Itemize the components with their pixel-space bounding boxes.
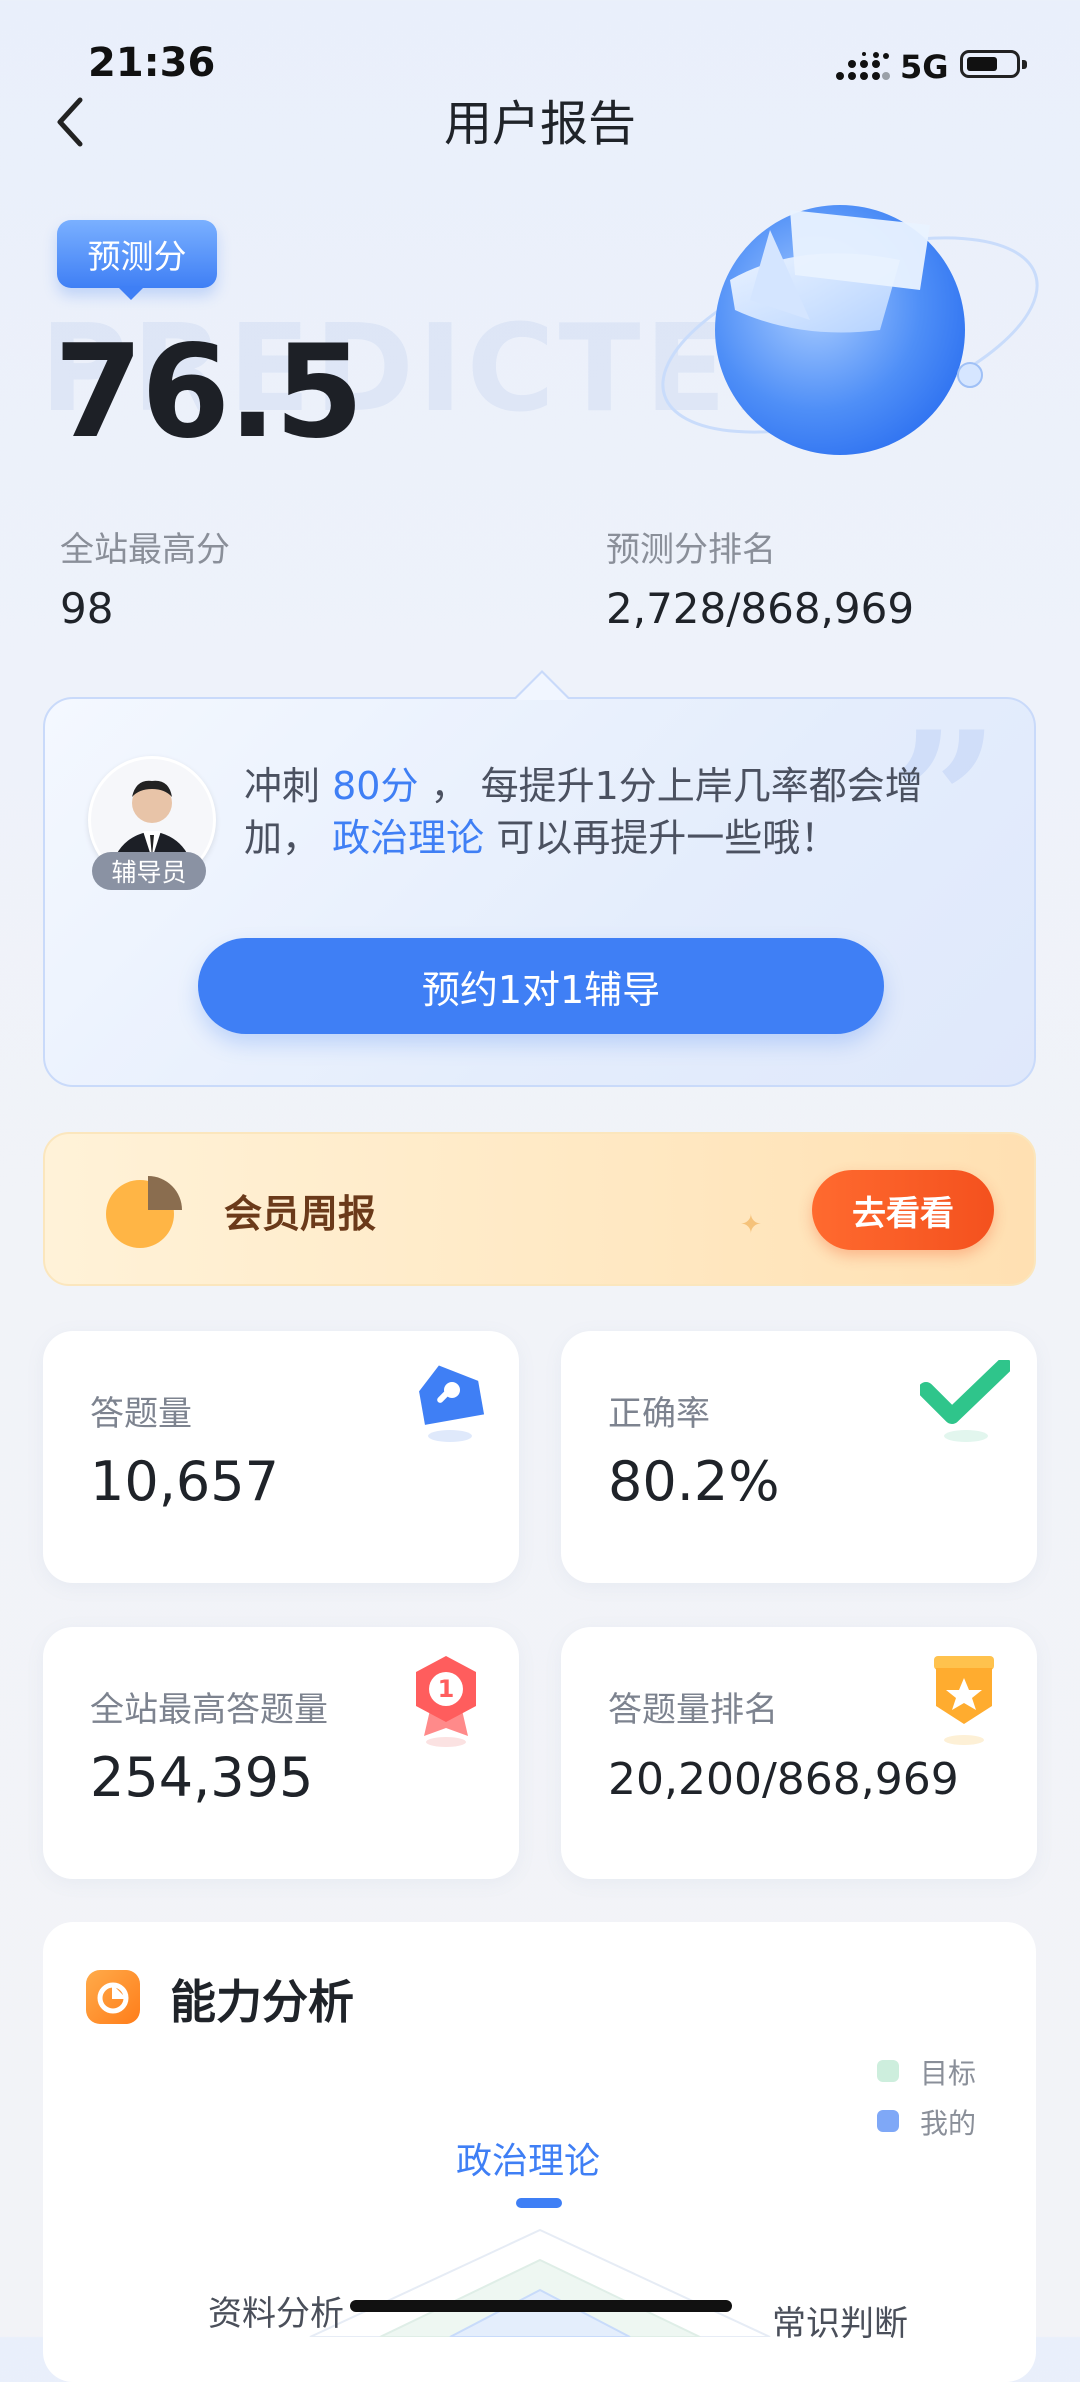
answer-rank-value: 20,200/868,969 bbox=[608, 1754, 959, 1805]
active-axis-indicator bbox=[516, 2198, 562, 2208]
accuracy-value: 80.2% bbox=[608, 1450, 780, 1513]
msg-weak-subject: 政治理论 bbox=[332, 816, 485, 860]
pie-chart-icon bbox=[106, 1176, 182, 1248]
view-weekly-button[interactable]: 去看看 bbox=[812, 1170, 994, 1250]
battery-icon bbox=[960, 50, 1027, 78]
msg-text: 冲刺 bbox=[244, 764, 333, 808]
site-high-score-label: 全站最高分 bbox=[60, 530, 230, 570]
status-time: 21:36 bbox=[88, 40, 216, 86]
checkmark-icon bbox=[920, 1360, 1010, 1442]
weekly-report-label: 会员周报 bbox=[224, 1192, 377, 1236]
card-pointer-fill bbox=[515, 673, 569, 700]
rank-first-icon: 1 bbox=[416, 1656, 476, 1747]
msg-text: 可以再提升一些哦！ bbox=[484, 816, 839, 860]
predicted-score: 76.5 bbox=[54, 318, 364, 467]
radar-axis-politics[interactable]: 政治理论 bbox=[456, 2132, 600, 2184]
radar-chart bbox=[309, 2228, 771, 2337]
score-rank-value: 2,728/868,969 bbox=[606, 584, 915, 633]
page-title: 用户报告 bbox=[443, 96, 636, 152]
tutor-role-tag: 辅导员 bbox=[92, 852, 206, 890]
legend-mine-label: 我的 bbox=[920, 2107, 977, 2140]
site-high-score-value: 98 bbox=[60, 584, 114, 633]
site-max-answers-label: 全站最高答题量 bbox=[90, 1690, 328, 1730]
answers-label: 答题量 bbox=[90, 1394, 192, 1434]
legend-target-swatch bbox=[877, 2060, 899, 2082]
ability-title: 能力分析 bbox=[170, 1975, 354, 2029]
home-indicator[interactable] bbox=[350, 2300, 732, 2312]
prediction-badge: 预测分 bbox=[57, 220, 217, 300]
legend-target-label: 目标 bbox=[920, 2057, 977, 2090]
legend-mine-swatch bbox=[877, 2110, 899, 2132]
radar-axis-data-analysis[interactable]: 资料分析 bbox=[208, 2286, 344, 2335]
medal-star-icon bbox=[934, 1656, 994, 1745]
analysis-pie-icon bbox=[86, 1970, 140, 2024]
svg-text:1: 1 bbox=[438, 1675, 455, 1703]
accuracy-label: 正确率 bbox=[608, 1394, 710, 1434]
msg-target-score: 80分 bbox=[332, 764, 419, 808]
score-rank-label: 预测分排名 bbox=[606, 530, 776, 570]
pencil-icon bbox=[419, 1365, 485, 1442]
answer-rank-label: 答题量排名 bbox=[608, 1690, 778, 1730]
site-max-answers-value: 254,395 bbox=[90, 1746, 314, 1809]
answers-value: 10,657 bbox=[90, 1450, 279, 1513]
book-tutoring-button[interactable]: 预约1对1辅导 bbox=[198, 938, 884, 1034]
pie-chart-globe-icon bbox=[661, 205, 1039, 455]
sparkle-icon: ✦ bbox=[740, 1210, 762, 1240]
radar-axis-common-sense[interactable]: 常识判断 bbox=[772, 2296, 908, 2345]
network-label: 5G bbox=[900, 48, 949, 86]
signal-icon bbox=[836, 52, 890, 80]
tutor-message: 冲刺 80分 ， 每提升1分上岸几率都会增加， 政治理论 可以再提升一些哦！ bbox=[244, 760, 984, 864]
